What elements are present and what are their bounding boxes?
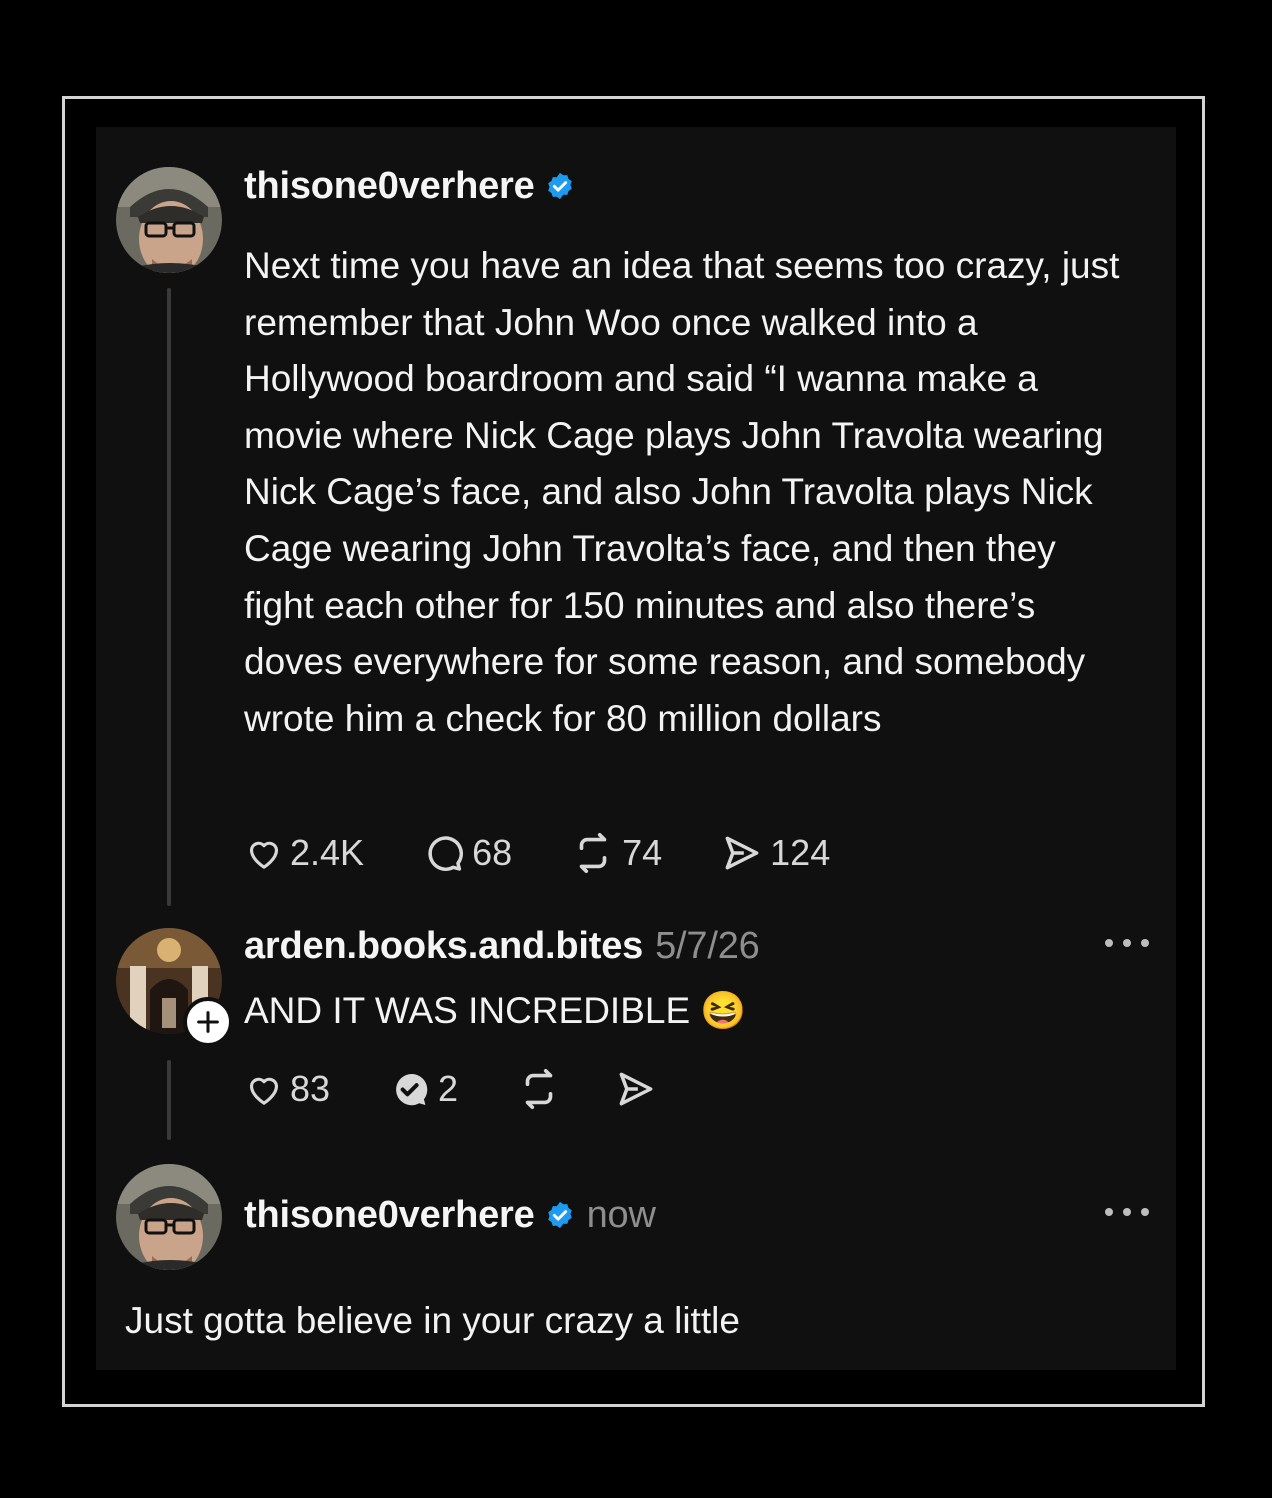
like-count: 2.4K bbox=[290, 832, 365, 873]
repost-icon bbox=[525, 1068, 553, 1110]
plus-icon bbox=[197, 1011, 219, 1033]
grinning-squinting-emoji: 😆 bbox=[700, 990, 747, 1031]
thread-connector bbox=[167, 288, 171, 906]
send-icon bbox=[619, 1072, 653, 1106]
like-button[interactable]: 83 bbox=[244, 1068, 330, 1110]
post-1-author[interactable]: thisone0verhere bbox=[244, 160, 575, 212]
like-button[interactable]: 2.4K bbox=[244, 832, 364, 874]
heart-icon bbox=[249, 841, 279, 869]
post-3-more-button[interactable] bbox=[1105, 1205, 1149, 1219]
post-2-text: AND IT WAS INCREDIBLE bbox=[244, 990, 691, 1031]
post-2-text-row: AND IT WAS INCREDIBLE 😆 bbox=[244, 983, 747, 1040]
repost-button[interactable]: 74 bbox=[570, 830, 662, 876]
avatar-photo bbox=[116, 167, 222, 273]
post-3-time: now bbox=[586, 1193, 656, 1236]
post-2-date: 5/7/26 bbox=[655, 924, 760, 967]
post-1-text: Next time you have an idea that seems to… bbox=[244, 245, 1120, 739]
author-replied-icon bbox=[396, 1074, 428, 1106]
post-1-actions: 2.4K 68 74 124 bbox=[244, 830, 830, 876]
comment-button[interactable]: 2 bbox=[388, 1067, 458, 1111]
post-2-actions: 83 2 bbox=[244, 1066, 658, 1112]
like-count: 83 bbox=[290, 1068, 331, 1109]
avatar-thisone0verhere[interactable] bbox=[116, 167, 222, 273]
post-2-username[interactable]: arden.books.and.bites bbox=[244, 925, 643, 968]
repost-icon bbox=[579, 832, 607, 874]
post-3-text: Just gotta believe in your crazy a littl… bbox=[125, 1300, 740, 1341]
heart-icon bbox=[249, 1077, 279, 1105]
avatar-thisone0verhere[interactable] bbox=[116, 1164, 222, 1270]
share-count: 124 bbox=[770, 832, 831, 873]
repost-button[interactable] bbox=[516, 1066, 562, 1112]
share-button[interactable]: 124 bbox=[720, 831, 830, 875]
post-2-more-button[interactable] bbox=[1105, 936, 1149, 950]
post-3-author[interactable]: thisone0verhere now bbox=[244, 1189, 656, 1241]
comment-count: 68 bbox=[472, 832, 513, 873]
comment-button[interactable]: 68 bbox=[422, 831, 512, 875]
verified-badge-icon bbox=[547, 1201, 572, 1229]
send-icon bbox=[725, 836, 759, 870]
share-button[interactable] bbox=[614, 1067, 658, 1111]
verified-badge-icon bbox=[547, 172, 572, 200]
follow-plus-button[interactable] bbox=[183, 997, 233, 1047]
repost-count: 74 bbox=[622, 832, 663, 873]
comment-count: 2 bbox=[438, 1068, 459, 1109]
post-1-username[interactable]: thisone0verhere bbox=[244, 165, 535, 208]
post-3-username[interactable]: thisone0verhere bbox=[244, 1194, 535, 1237]
thread-connector bbox=[167, 1060, 171, 1140]
comment-icon bbox=[428, 836, 464, 871]
avatar-photo bbox=[116, 1164, 222, 1270]
post-2-author[interactable]: arden.books.and.bites 5/7/26 bbox=[244, 920, 760, 972]
